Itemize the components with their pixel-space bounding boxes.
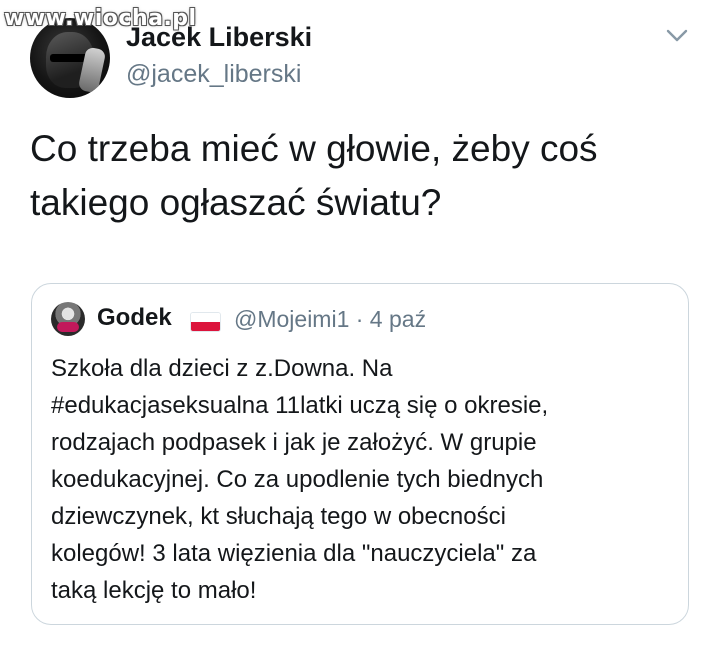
quoted-author-avatar[interactable]	[51, 302, 85, 336]
quoted-text-line: kolegów! 3 lata więzienia dla "nauczycie…	[51, 540, 537, 567]
poland-flag-icon	[190, 312, 221, 332]
quoted-tweet-card[interactable]: Godek @Mojeimi1 · 4 paź Szkoła dla dziec…	[31, 283, 689, 625]
quoted-text-line: rodzajach podpasek i jak je założyć. W g…	[51, 429, 537, 456]
author-handle[interactable]: @jacek_liberski	[126, 60, 301, 89]
quoted-author-name[interactable]: Godek	[97, 304, 172, 332]
quoted-text-line: Szkoła dla dzieci z z.Downa. Na	[51, 355, 393, 382]
quoted-tweet-text: Szkoła dla dzieci z z.Downa. Na #edukacj…	[51, 350, 671, 609]
quoted-text-line: dziewczynek, kt słuchają tego w obecnośc…	[51, 503, 506, 530]
tweet-text-line: takiego ogłaszać światu?	[30, 182, 442, 223]
quoted-text-line: #edukacjaseksualna 11latki uczą się o ok…	[51, 392, 549, 419]
tweet-text: Co trzeba mieć w głowie, żeby coś takieg…	[30, 122, 700, 230]
watermark: www.wiocha.pl	[4, 6, 197, 31]
avatar-scarf	[57, 322, 79, 332]
quoted-text-line: koedukacyjnej. Co za upodlenie tych bied…	[51, 466, 544, 493]
quoted-author-handle-date[interactable]: @Mojeimi1 · 4 paź	[234, 306, 426, 333]
chevron-down-icon[interactable]	[664, 22, 690, 48]
quoted-text-line: taką lekcję to mało!	[51, 577, 257, 604]
tweet-text-line: Co trzeba mieć w głowie, żeby coś	[30, 128, 598, 169]
